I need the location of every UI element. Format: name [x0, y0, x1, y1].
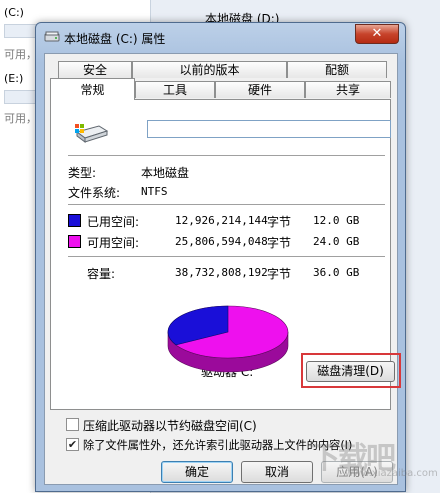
dialog-titlebar[interactable]: 本地磁盘 (C:) 属性 ✕ [36, 23, 405, 53]
separator-bottom [68, 256, 385, 257]
tab-previous-versions[interactable]: 以前的版本 [132, 61, 287, 78]
capacity-label: 容量: [87, 267, 116, 281]
background-drive-e-label[interactable]: (E:) [4, 72, 23, 85]
compress-drive-label[interactable]: 压缩此驱动器以节约磁盘空间(C) [83, 417, 257, 434]
free-space-unit: 字节 [267, 236, 292, 250]
tab-quota[interactable]: 配额 [287, 61, 387, 78]
tab-sharing[interactable]: 共享 [305, 81, 391, 98]
tab-tools[interactable]: 工具 [135, 81, 215, 98]
dialog-client-area: 安全 以前的版本 配额 常规 工具 硬件 共享 类型: 本地磁盘 文件系统: N… [44, 53, 401, 485]
capacity-bytes: 38,732,808,192 [175, 266, 268, 279]
capacity-unit: 字节 [267, 267, 292, 281]
free-space-label: 可用空间: [87, 236, 140, 250]
tab-general[interactable]: 常规 [50, 78, 135, 100]
tab-security[interactable]: 安全 [58, 61, 132, 78]
used-space-unit: 字节 [267, 215, 292, 229]
used-space-color-swatch [68, 214, 81, 227]
free-space-color-swatch [68, 235, 81, 248]
background-drive-c-label[interactable]: (C:) [4, 6, 24, 19]
cleanup-highlight-box [301, 353, 401, 388]
type-label: 类型: [68, 166, 97, 180]
filesystem-value: NTFS [141, 185, 168, 198]
used-space-label: 已用空间: [87, 215, 140, 229]
properties-dialog: 本地磁盘 (C:) 属性 ✕ 安全 以前的版本 配额 常规 工具 硬件 共享 类… [35, 22, 406, 492]
drive-name-input[interactable] [147, 120, 391, 138]
free-space-size: 24.0 GB [313, 235, 360, 248]
capacity-size: 36.0 GB [313, 266, 360, 279]
free-space-bytes: 25,806,594,048 [175, 235, 268, 248]
watermark-url: www.xiazaiba.com [345, 468, 438, 479]
separator-middle [68, 204, 385, 205]
drive-icon [44, 31, 60, 42]
close-button[interactable]: ✕ [355, 24, 399, 44]
dialog-title: 本地磁盘 (C:) 属性 [64, 32, 166, 46]
background-drive-c-sub: 可用， [4, 48, 37, 61]
separator-top [68, 155, 385, 156]
filesystem-label: 文件系统: [68, 186, 121, 200]
hard-drive-icon [75, 124, 109, 143]
tab-hardware[interactable]: 硬件 [215, 81, 305, 98]
used-space-size: 12.0 GB [313, 214, 360, 227]
type-value: 本地磁盘 [141, 166, 190, 180]
disk-usage-pie-chart [167, 305, 289, 373]
compress-drive-checkbox[interactable] [66, 418, 79, 431]
cancel-button[interactable]: 取消 [241, 461, 313, 483]
background-drive-e-sub: 可用， [4, 112, 37, 125]
ok-button[interactable]: 确定 [161, 461, 233, 483]
used-space-bytes: 12,926,214,144 [175, 214, 268, 227]
index-contents-checkbox[interactable]: ✔ [66, 438, 79, 451]
